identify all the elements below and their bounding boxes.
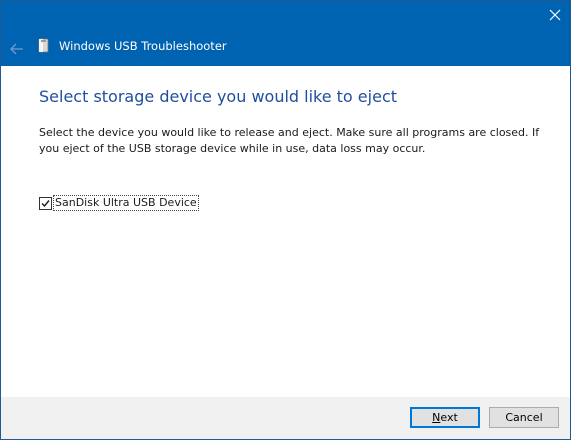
next-label: ext [440,411,458,424]
button-bar: Next Cancel [1,397,570,439]
device-label[interactable]: SanDisk Ultra USB Device [53,195,199,211]
checkmark-icon [41,199,50,207]
title-bar: Windows USB Troubleshooter [1,1,570,66]
page-description: Select the device you would like to rele… [39,126,540,155]
page-heading: Select storage device you would like to … [39,87,398,106]
close-icon [544,9,566,30]
next-button[interactable]: Next [410,407,480,428]
close-button[interactable] [544,4,566,26]
device-checkbox[interactable] [39,196,52,210]
window-title: Windows USB Troubleshooter [59,39,227,53]
usb-drive-icon [38,38,49,53]
device-option[interactable]: SanDisk Ultra USB Device [39,195,199,211]
back-button[interactable] [10,40,24,55]
troubleshooter-window: Windows USB Troubleshooter Select storag… [0,0,571,440]
back-arrow-icon [10,40,24,59]
cancel-button[interactable]: Cancel [489,407,559,428]
